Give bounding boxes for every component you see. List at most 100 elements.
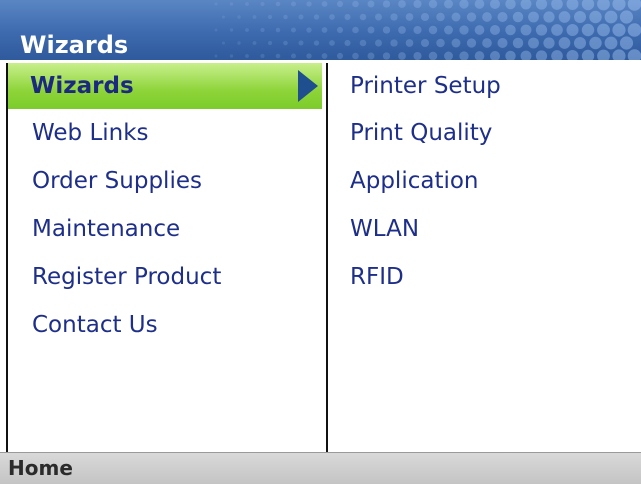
- decorative-dot: [520, 24, 532, 36]
- decorative-dot: [482, 12, 492, 22]
- decorative-dot: [436, 12, 445, 22]
- menu-item-label: Order Supplies: [32, 168, 202, 194]
- menu-item-label: Contact Us: [32, 312, 158, 338]
- title-bar: Wizards: [0, 0, 641, 60]
- decorative-dot: [535, 50, 548, 60]
- decorative-dot: [474, 25, 485, 35]
- decorative-dot: [260, 53, 265, 59]
- decorative-dot: [589, 10, 602, 24]
- decorative-dot: [551, 50, 563, 60]
- decorative-dot: [627, 0, 641, 11]
- decorative-dot: [420, 38, 430, 48]
- decorative-dot: [291, 27, 296, 33]
- decorative-dot: [505, 0, 516, 10]
- main-menu: Wizards Web Links Order Supplies Mainten…: [6, 63, 328, 452]
- home-button[interactable]: Home: [8, 453, 73, 484]
- decorative-dot: [291, 53, 296, 59]
- decorative-dot: [367, 52, 375, 60]
- decorative-dot: [398, 0, 406, 8]
- decorative-dot: [444, 0, 453, 9]
- decorative-dot: [436, 38, 445, 48]
- decorative-dot: [451, 12, 461, 22]
- decorative-dot: [604, 10, 618, 24]
- decorative-dot: [597, 23, 610, 37]
- menu-item-wizards[interactable]: Wizards: [8, 63, 322, 109]
- decorative-dot: [428, 51, 438, 60]
- menu-item-label: Register Product: [32, 264, 222, 290]
- decorative-dot: [474, 0, 485, 9]
- decorative-dot: [214, 28, 218, 32]
- decorative-dot: [505, 50, 516, 60]
- dot-pattern-decoration: [214, 0, 641, 60]
- menu-item-label: Web Links: [32, 120, 149, 146]
- decorative-dot: [390, 39, 398, 47]
- decorative-dot: [352, 26, 359, 34]
- decorative-dot: [497, 37, 508, 49]
- decorative-dot: [382, 52, 391, 60]
- decorative-dot: [566, 23, 579, 37]
- decorative-dot: [428, 0, 438, 9]
- decorative-dot: [275, 53, 281, 59]
- decorative-dot: [566, 0, 579, 11]
- decorative-dot: [566, 49, 579, 60]
- decorative-dot: [558, 11, 571, 23]
- decorative-dot: [336, 0, 344, 8]
- submenu-item-rfid[interactable]: RFID: [350, 254, 404, 300]
- decorative-dot: [245, 2, 249, 6]
- decorative-dot: [405, 39, 414, 47]
- decorative-dot: [444, 51, 453, 60]
- decorative-dot: [306, 53, 312, 59]
- decorative-dot: [604, 36, 618, 50]
- decorative-dot: [535, 24, 548, 36]
- decorative-dot: [444, 25, 453, 35]
- menu-item-label: Wizards: [30, 73, 134, 99]
- decorative-dot: [260, 1, 265, 7]
- decorative-dot: [229, 54, 234, 58]
- submenu-item-print-quality[interactable]: Print Quality: [350, 110, 492, 156]
- submenu-item-wlan[interactable]: WLAN: [350, 206, 419, 252]
- decorative-dot: [321, 53, 328, 59]
- decorative-dot: [581, 23, 595, 37]
- decorative-dot: [512, 37, 524, 49]
- decorative-dot: [382, 26, 391, 34]
- decorative-dot: [321, 27, 328, 33]
- decorative-dot: [589, 36, 602, 50]
- decorative-dot: [528, 11, 539, 23]
- bottom-bar: Home: [0, 452, 641, 484]
- decorative-dot: [612, 49, 626, 60]
- menu-item-order-supplies[interactable]: Order Supplies: [10, 158, 328, 204]
- decorative-dot: [466, 12, 477, 22]
- decorative-dot: [627, 49, 641, 60]
- decorative-dot: [535, 0, 548, 10]
- submenu-item-printer-setup[interactable]: Printer Setup: [350, 63, 501, 109]
- decorative-dot: [505, 24, 516, 36]
- decorative-dot: [352, 0, 359, 8]
- decorative-dot: [237, 15, 241, 19]
- decorative-dot: [306, 27, 312, 33]
- decorative-dot: [252, 41, 257, 45]
- decorative-dot: [252, 15, 257, 19]
- menu-item-maintenance[interactable]: Maintenance: [10, 206, 328, 252]
- submenu-item-application[interactable]: Application: [350, 158, 479, 204]
- decorative-dot: [275, 1, 281, 7]
- decorative-dot: [543, 37, 555, 49]
- menu-item-register-product[interactable]: Register Product: [10, 254, 328, 300]
- decorative-dot: [313, 14, 320, 20]
- decorative-dot: [229, 28, 234, 32]
- decorative-dot: [382, 0, 391, 8]
- decorative-dot: [489, 24, 501, 36]
- decorative-dot: [375, 13, 382, 21]
- decorative-dot: [306, 1, 312, 7]
- decorative-dot: [428, 25, 438, 35]
- decorative-dot: [390, 13, 398, 21]
- decorative-dot: [283, 14, 288, 20]
- decorative-dot: [344, 39, 351, 47]
- menu-item-contact-us[interactable]: Contact Us: [10, 302, 328, 348]
- decorative-dot: [489, 0, 501, 10]
- decorative-dot: [229, 2, 234, 6]
- decorative-dot: [573, 10, 587, 24]
- menu-item-web-links[interactable]: Web Links: [10, 110, 328, 156]
- decorative-dot: [214, 2, 218, 6]
- decorative-dot: [413, 25, 422, 35]
- decorative-dot: [512, 11, 524, 23]
